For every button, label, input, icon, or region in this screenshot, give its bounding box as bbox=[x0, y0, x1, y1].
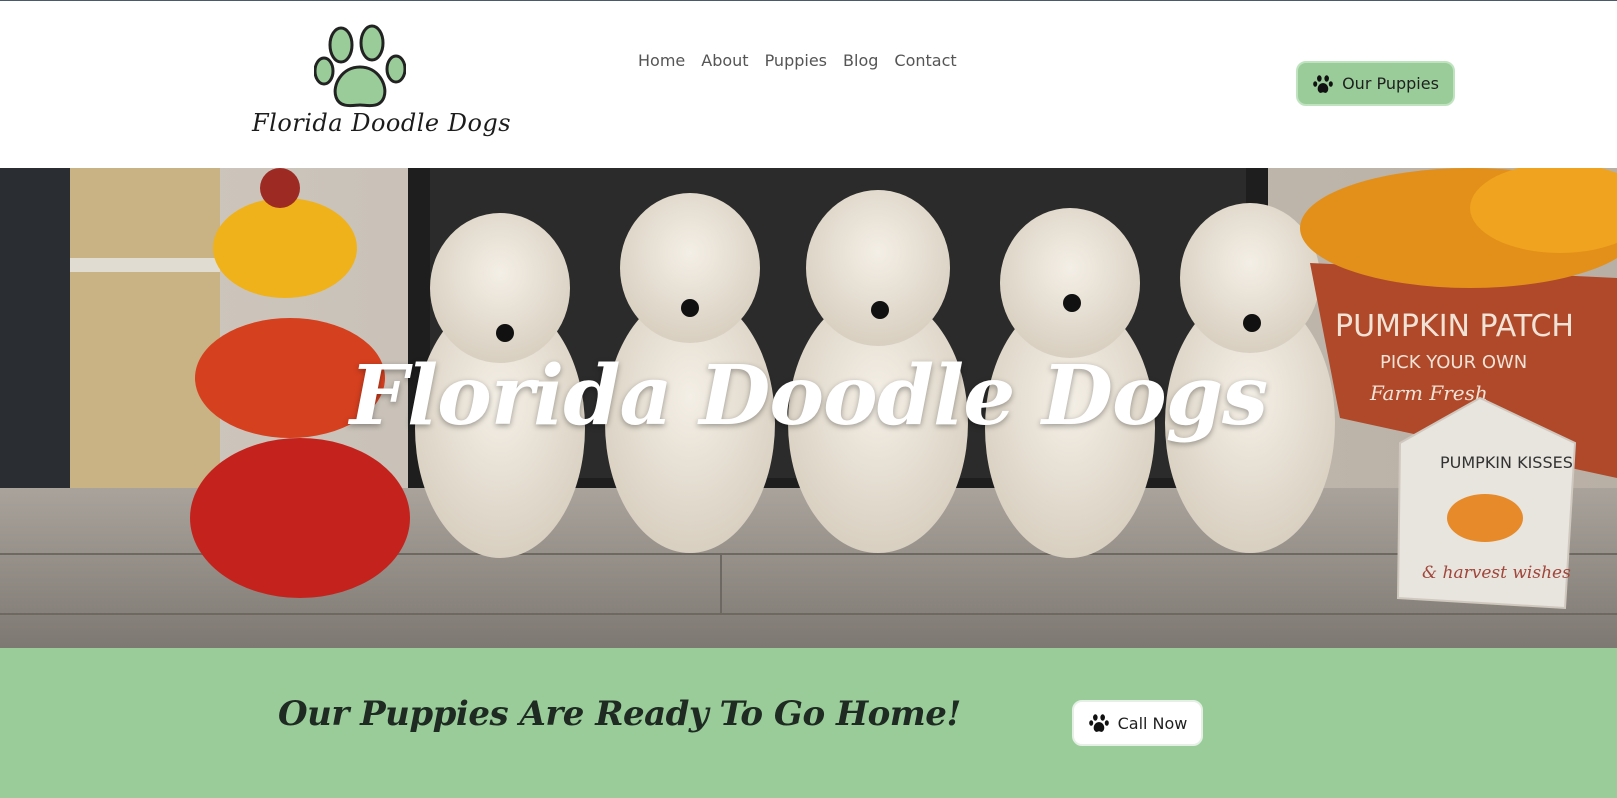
main-nav: Home About Puppies Blog Contact bbox=[638, 51, 957, 70]
nav-contact[interactable]: Contact bbox=[894, 51, 956, 70]
nav-about[interactable]: About bbox=[701, 51, 748, 70]
call-now-button[interactable]: Call Now bbox=[1072, 700, 1203, 746]
nav-puppies[interactable]: Puppies bbox=[765, 51, 827, 70]
site-header: Florida Doodle Dogs Home About Puppies B… bbox=[0, 1, 1617, 168]
our-puppies-label: Our Puppies bbox=[1342, 74, 1439, 93]
paw-icon bbox=[1088, 714, 1109, 732]
nav-home[interactable]: Home bbox=[638, 51, 685, 70]
paw-print-icon bbox=[314, 24, 406, 108]
cta-banner: Our Puppies Are Ready To Go Home! Call N… bbox=[0, 648, 1617, 798]
hero-section: PUMPKIN PATCH PICK YOUR OWN Farm Fresh P… bbox=[0, 168, 1617, 648]
site-logo[interactable]: Florida Doodle Dogs bbox=[252, 23, 512, 147]
our-puppies-button[interactable]: Our Puppies bbox=[1296, 61, 1455, 106]
cta-heading: Our Puppies Are Ready To Go Home! bbox=[278, 694, 961, 734]
tag-pumpkin-kisses: PUMPKIN KISSES bbox=[1440, 453, 1573, 472]
nav-blog[interactable]: Blog bbox=[843, 51, 878, 70]
paw-icon bbox=[1313, 74, 1333, 93]
hero-title: Florida Doodle Dogs bbox=[349, 348, 1268, 444]
tag-harvest-wishes: & harvest wishes bbox=[1422, 563, 1571, 583]
sign-pumpkin-patch: PUMPKIN PATCH bbox=[1335, 309, 1574, 344]
call-now-label: Call Now bbox=[1117, 713, 1188, 733]
logo-text: Florida Doodle Dogs bbox=[252, 109, 512, 137]
